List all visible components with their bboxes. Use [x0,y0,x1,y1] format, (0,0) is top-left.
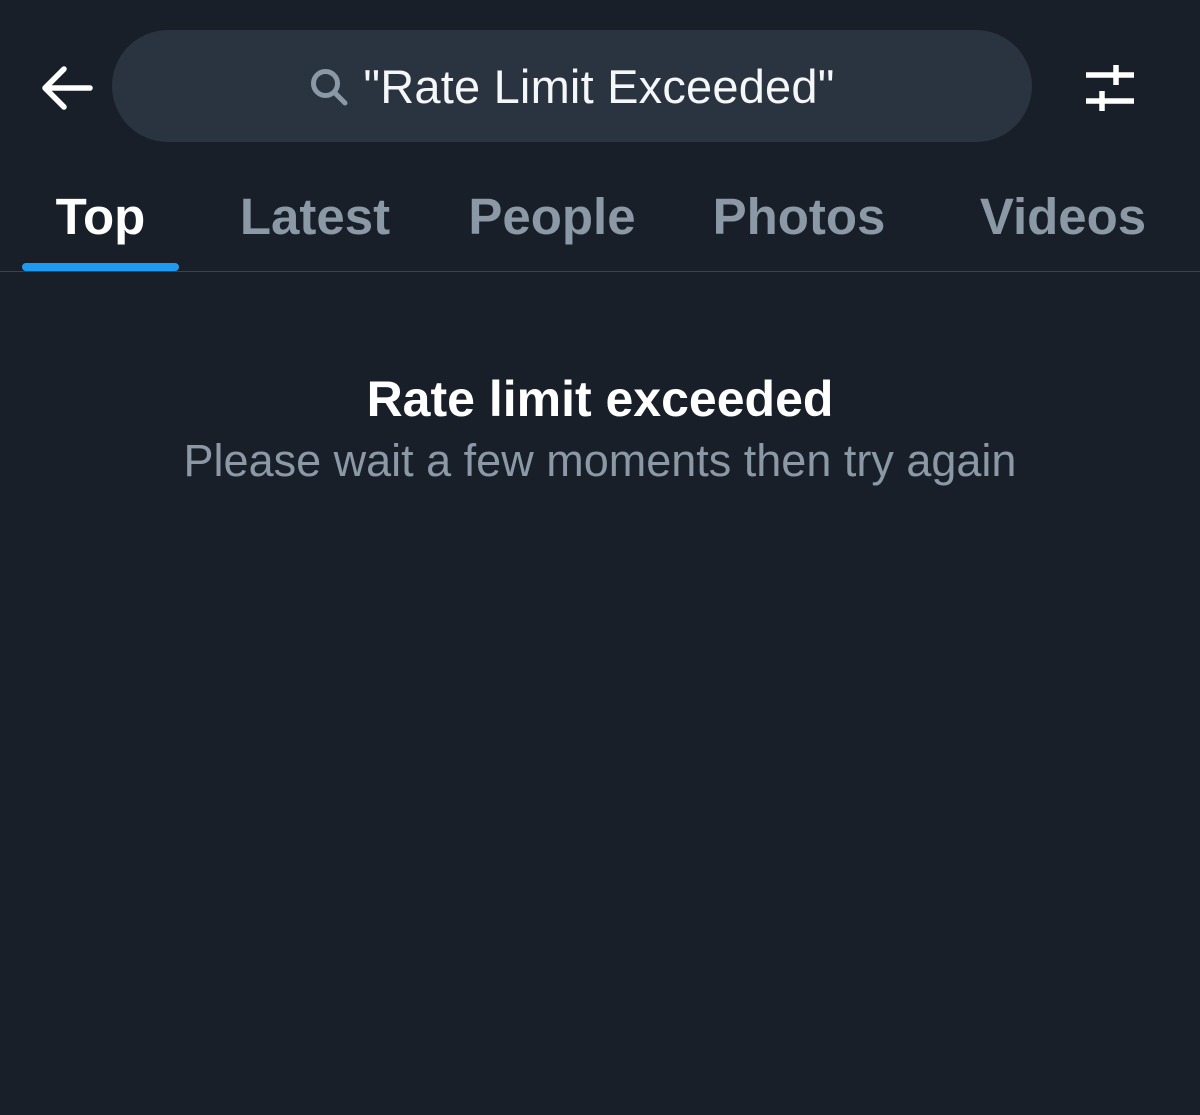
search-filter-button[interactable] [1070,50,1150,126]
search-results-screen: "Rate Limit Exceeded" Top Latest People … [0,0,1200,1115]
tab-people[interactable]: People [456,160,648,272]
arrow-left-icon [42,66,93,110]
tab-latest[interactable]: Latest [226,160,404,272]
search-input[interactable]: "Rate Limit Exceeded" [112,30,1032,142]
error-subtitle: Please wait a few moments then try again [183,435,1017,486]
sliders-icon [1086,65,1134,111]
search-tabs: Top Latest People Photos Videos [0,160,1200,272]
tab-label: Photos [712,187,886,245]
back-button[interactable] [28,50,104,126]
tab-label: Top [55,187,146,245]
search-icon [311,69,348,106]
tab-top[interactable]: Top [22,160,179,272]
active-tab-indicator [22,263,179,271]
tab-label: People [468,187,636,245]
tab-label: Videos [979,187,1147,245]
error-title: Rate limit exceeded [366,371,834,427]
tab-photos[interactable]: Photos [702,160,896,272]
search-query: "Rate Limit Exceeded" [363,59,835,113]
tab-label: Latest [239,187,391,245]
tabs-divider [0,271,1200,272]
tab-videos[interactable]: Videos [968,160,1158,272]
